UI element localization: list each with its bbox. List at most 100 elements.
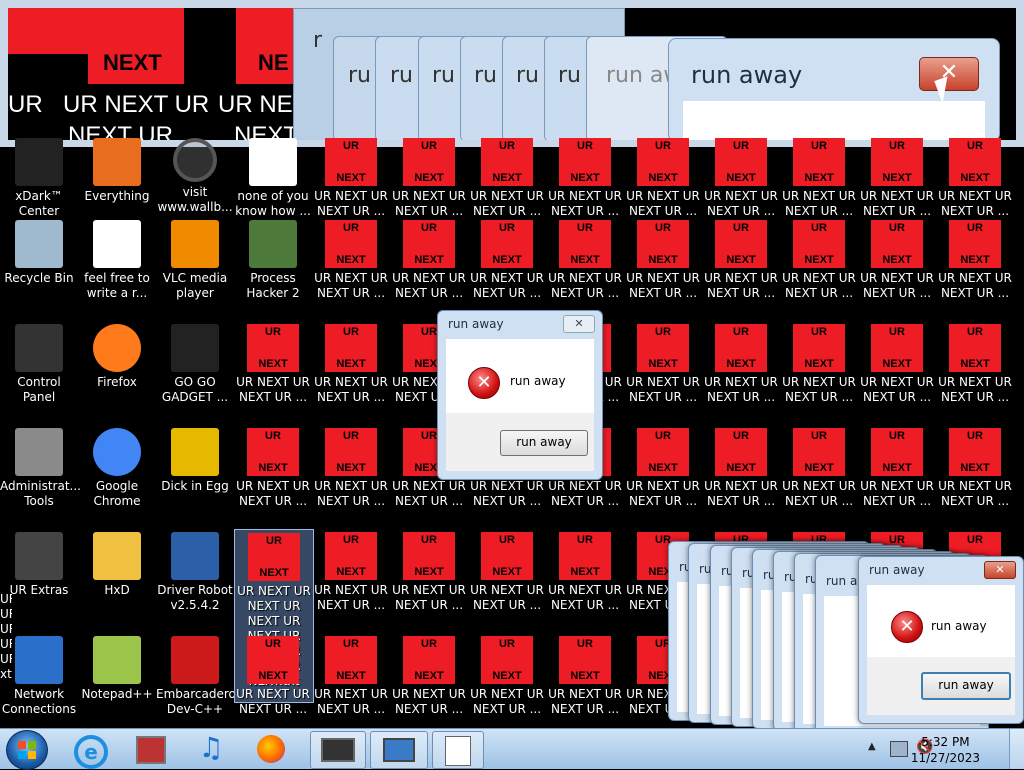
tile-bottom-text: NEXT [726, 172, 756, 184]
ur-next-file-icon[interactable]: UR NEXT UR NEXT UR NEXT UR ... [780, 217, 858, 321]
desktop-icon[interactable]: VLC media player [156, 217, 234, 321]
ur-next-file-icon[interactable]: UR NEXT UR NEXT UR NEXT UR ... [312, 425, 390, 529]
ur-next-file-label: UR NEXT UR NEXT UR ... [314, 375, 388, 404]
tile-bottom-text: NEXT [492, 566, 522, 578]
taskbar-ie[interactable]: e [66, 731, 116, 769]
desktop-icon[interactable]: feel free to write a r... [78, 217, 156, 321]
tray-arrow-icon[interactable]: ▲ [868, 741, 876, 752]
desktop-icon[interactable]: Administrat... Tools [0, 425, 81, 529]
dialog-title: run away [869, 563, 925, 577]
desktop-icon[interactable]: GO GO GADGET ... [156, 321, 234, 425]
tile-top-text: UR [967, 534, 983, 546]
desktop-icon[interactable]: Process Hacker 2 [234, 217, 312, 321]
desktop-icon[interactable]: Dick in Egg [156, 425, 234, 529]
dialog-message: run away [510, 374, 566, 388]
ur-next-file-icon[interactable]: UR NEXT UR NEXT UR NEXT UR ... [936, 321, 1014, 425]
ur-next-tile: UR NEXT [325, 532, 377, 580]
start-button[interactable] [6, 730, 48, 770]
dialog-title: run away [448, 317, 504, 331]
desktop-icon[interactable]: Firefox [78, 321, 156, 425]
ur-next-tile: UR NEXT [715, 138, 767, 186]
taskbar-app-1[interactable] [310, 731, 366, 769]
ur-next-file-icon[interactable]: UR NEXT UR NEXT UR NEXT UR ... [468, 217, 546, 321]
ur-next-file-icon[interactable]: UR NEXT UR NEXT UR NEXT UR ... [858, 321, 936, 425]
tile-bottom-text: NEXT [258, 358, 288, 370]
error-dialog-front: run away ✕ ✕ run away run away [858, 556, 1024, 724]
ur-next-file-icon[interactable]: UR NEXT UR NEXT UR NEXT UR ... [546, 633, 624, 737]
desktop-icon[interactable]: Driver Robot v2.5.4.2 [156, 529, 234, 633]
ur-next-file-icon[interactable]: UR NEXT UR NEXT UR NEXT UR ... [780, 425, 858, 529]
ur-next-file-icon[interactable]: UR NEXT UR NEXT UR NEXT UR ... [312, 529, 390, 633]
ur-next-file-icon[interactable]: UR NEXT UR NEXT UR NEXT UR ... [858, 217, 936, 321]
tile-top-text: UR [811, 222, 827, 234]
ur-next-file-icon[interactable]: UR NEXT UR NEXT UR NEXT UR ... [234, 425, 312, 529]
run-away-button[interactable]: run away [921, 672, 1011, 700]
desktop-icon-label: Network Connections [1, 687, 77, 716]
ur-next-tile: UR NEXT [248, 533, 300, 581]
ur-next-file-icon[interactable]: UR NEXT UR NEXT UR NEXT UR ... [468, 633, 546, 737]
ur-overflow-text: UR UR UR UR UR xt [0, 592, 12, 681]
ur-next-tile: UR NEXT [403, 138, 455, 186]
tile-bottom-text: NEXT [414, 172, 444, 184]
tile-top-text: UR [733, 326, 749, 338]
text-file-icon [93, 220, 141, 268]
show-desktop-button[interactable] [1009, 729, 1024, 769]
close-button[interactable]: ✕ [563, 315, 595, 333]
taskbar-app-2[interactable] [370, 731, 428, 769]
tile-bottom-text: NEXT [804, 462, 834, 474]
ur-next-file-icon[interactable]: UR NEXT UR NEXT UR NEXT UR ... [702, 321, 780, 425]
magnified-label: UR NEXT UR [63, 91, 210, 118]
run-away-button[interactable]: run away [500, 430, 588, 456]
desktop-icon[interactable]: Notepad++ [78, 633, 156, 737]
ur-next-file-icon[interactable]: UR NEXT UR NEXT UR NEXT UR ... [780, 321, 858, 425]
desktop-icon[interactable]: Control Panel [0, 321, 78, 425]
ur-next-file-icon[interactable]: UR NEXT UR NEXT UR NEXT UR ... [624, 217, 702, 321]
taskbar-store[interactable] [126, 731, 176, 767]
ur-next-file-icon[interactable]: UR NEXT UR NEXT UR NEXT UR ... [390, 633, 468, 737]
ur-next-tile: UR NEXT [559, 138, 611, 186]
ur-next-file-icon[interactable]: UR NEXT UR NEXT UR NEXT UR ... [936, 425, 1014, 529]
ur-next-file-icon[interactable]: UR NEXT UR NEXT UR NEXT UR ... [624, 425, 702, 529]
ur-next-file-icon[interactable]: UR NEXT UR NEXT UR NEXT UR ... [234, 633, 312, 737]
ur-next-file-icon[interactable]: UR NEXT UR NEXT UR NEXT UR ... [468, 529, 546, 633]
ur-next-tile: UR NEXT [637, 324, 689, 372]
ur-next-file-icon[interactable]: UR NEXT UR NEXT UR NEXT UR ... [390, 217, 468, 321]
clock-date: 11/27/2023 [910, 751, 980, 765]
clock[interactable]: 5:32 PM 11/27/2023 [911, 734, 980, 766]
ur-next-tile: UR NEXT [325, 220, 377, 268]
ur-next-file-icon[interactable]: UR NEXT UR NEXT UR NEXT UR ... [312, 321, 390, 425]
chrome-icon [93, 428, 141, 476]
network-tray-icon[interactable] [890, 741, 908, 757]
taskbar-app-3[interactable] [432, 731, 484, 769]
magnified-dialog-title: run away [691, 61, 803, 89]
taskbar-firefox[interactable] [246, 731, 296, 767]
ur-next-file-icon[interactable]: UR NEXT UR NEXT UR NEXT UR ... [858, 425, 936, 529]
close-button[interactable]: ✕ [984, 561, 1016, 579]
desktop-icon[interactable]: Recycle Bin [0, 217, 78, 321]
ur-next-file-icon[interactable]: UR NEXT UR NEXT UR NEXT UR ... [312, 217, 390, 321]
ur-next-file-icon[interactable]: UR NEXT UR NEXT UR NEXT UR ... [312, 633, 390, 737]
ur-next-file-icon[interactable]: UR NEXT UR NEXT UR NEXT UR ... [702, 425, 780, 529]
ur-next-file-label: UR NEXT UR NEXT UR ... [782, 479, 856, 508]
tile-bottom-text: NEXT [336, 254, 366, 266]
ur-next-file-icon[interactable]: UR NEXT UR NEXT UR NEXT UR ... [702, 217, 780, 321]
ur-next-file-label: UR NEXT UR NEXT UR ... [704, 189, 778, 218]
desktop-icon[interactable]: Embarcadero Dev-C++ [156, 633, 236, 737]
ur-next-file-label: UR NEXT UR NEXT UR ... [626, 375, 700, 404]
ur-next-tile: UR NEXT [793, 428, 845, 476]
ur-next-file-icon[interactable]: UR NEXT UR NEXT UR NEXT UR ... [546, 529, 624, 633]
desktop-icon[interactable]: HxD [78, 529, 156, 633]
tile-top-text: UR [889, 222, 905, 234]
ur-next-file-icon[interactable]: UR NEXT UR NEXT UR NEXT UR ... [936, 217, 1014, 321]
desktop-icon[interactable]: Google Chrome [78, 425, 156, 529]
ur-next-file-icon[interactable]: UR NEXT UR NEXT UR NEXT UR ... [546, 217, 624, 321]
ur-next-tile: UR NEXT [325, 636, 377, 684]
music-note-icon: ♫ [198, 731, 224, 764]
control-panel-icon [15, 324, 63, 372]
ur-next-file-label: UR NEXT UR NEXT UR ... [392, 189, 466, 218]
taskbar-music[interactable]: ♫ [186, 731, 236, 767]
ur-next-file-icon[interactable]: UR NEXT UR NEXT UR NEXT UR ... [234, 321, 312, 425]
ur-next-file-icon[interactable]: UR NEXT UR NEXT UR NEXT UR ... [390, 529, 468, 633]
ur-next-file-icon[interactable]: UR NEXT UR NEXT UR NEXT UR ... [624, 321, 702, 425]
ur-next-file-label: UR NEXT UR NEXT UR ... [860, 271, 934, 300]
